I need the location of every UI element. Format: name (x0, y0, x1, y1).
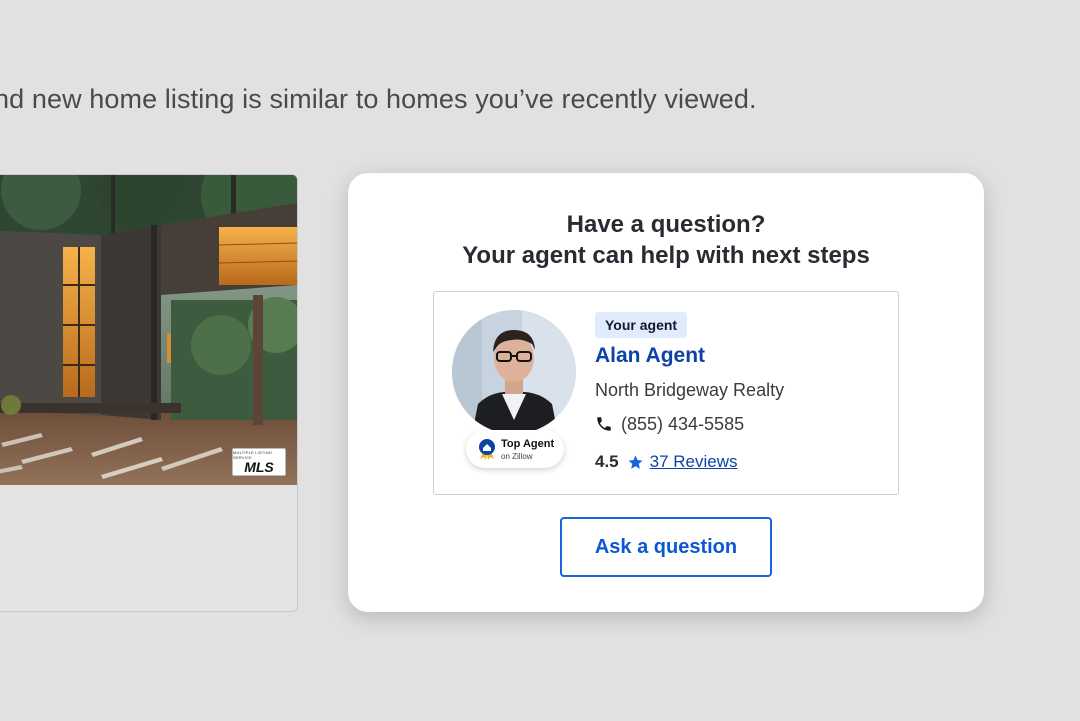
card-title-line1: Have a question? (566, 211, 766, 238)
top-agent-medal-icon (479, 439, 495, 460)
star-icon (628, 454, 643, 469)
top-agent-badge-title: Top Agent (501, 438, 555, 450)
phone-icon (597, 417, 611, 431)
top-agent-badge-subtitle: on Zillow (501, 452, 533, 461)
mls-badge-subtitle: MULTIPLE LISTING SERVICE (233, 449, 273, 460)
card-title: Have a question? Your agent can help wit… (348, 209, 984, 271)
rating-value: 4.5 (595, 452, 619, 471)
agent-info-box: Top Agent on Zillow Your agent Alan Agen… (433, 291, 899, 495)
agent-name[interactable]: Alan Agent (595, 344, 705, 368)
agent-avatar[interactable] (452, 310, 576, 434)
listing-intro-text: nd new home listing is similar to homes … (0, 84, 757, 114)
agent-contact-card: Have a question? Your agent can help wit… (348, 173, 984, 612)
agent-company: North Bridgeway Realty (595, 380, 785, 400)
agent-phone[interactable]: (855) 434-5585 (595, 412, 744, 436)
your-agent-tag: Your agent (595, 312, 688, 338)
mls-badge: MULTIPLE LISTING SERVICE MLS (232, 448, 286, 476)
listing-photo[interactable] (0, 175, 297, 485)
mls-badge-text: MLS (244, 458, 274, 475)
card-title-line2: Your agent can help with next steps (462, 242, 870, 269)
agent-phone-number: (855) 434-5585 (621, 413, 745, 434)
listing-card[interactable]: MULTIPLE LISTING SERVICE MLS (0, 174, 298, 612)
agent-rating: 4.5 37 Reviews (595, 450, 738, 474)
top-agent-badge: Top Agent on Zillow (466, 430, 564, 468)
ask-question-button[interactable]: Ask a question (560, 517, 772, 577)
reviews-link[interactable]: 37 Reviews (650, 452, 738, 472)
